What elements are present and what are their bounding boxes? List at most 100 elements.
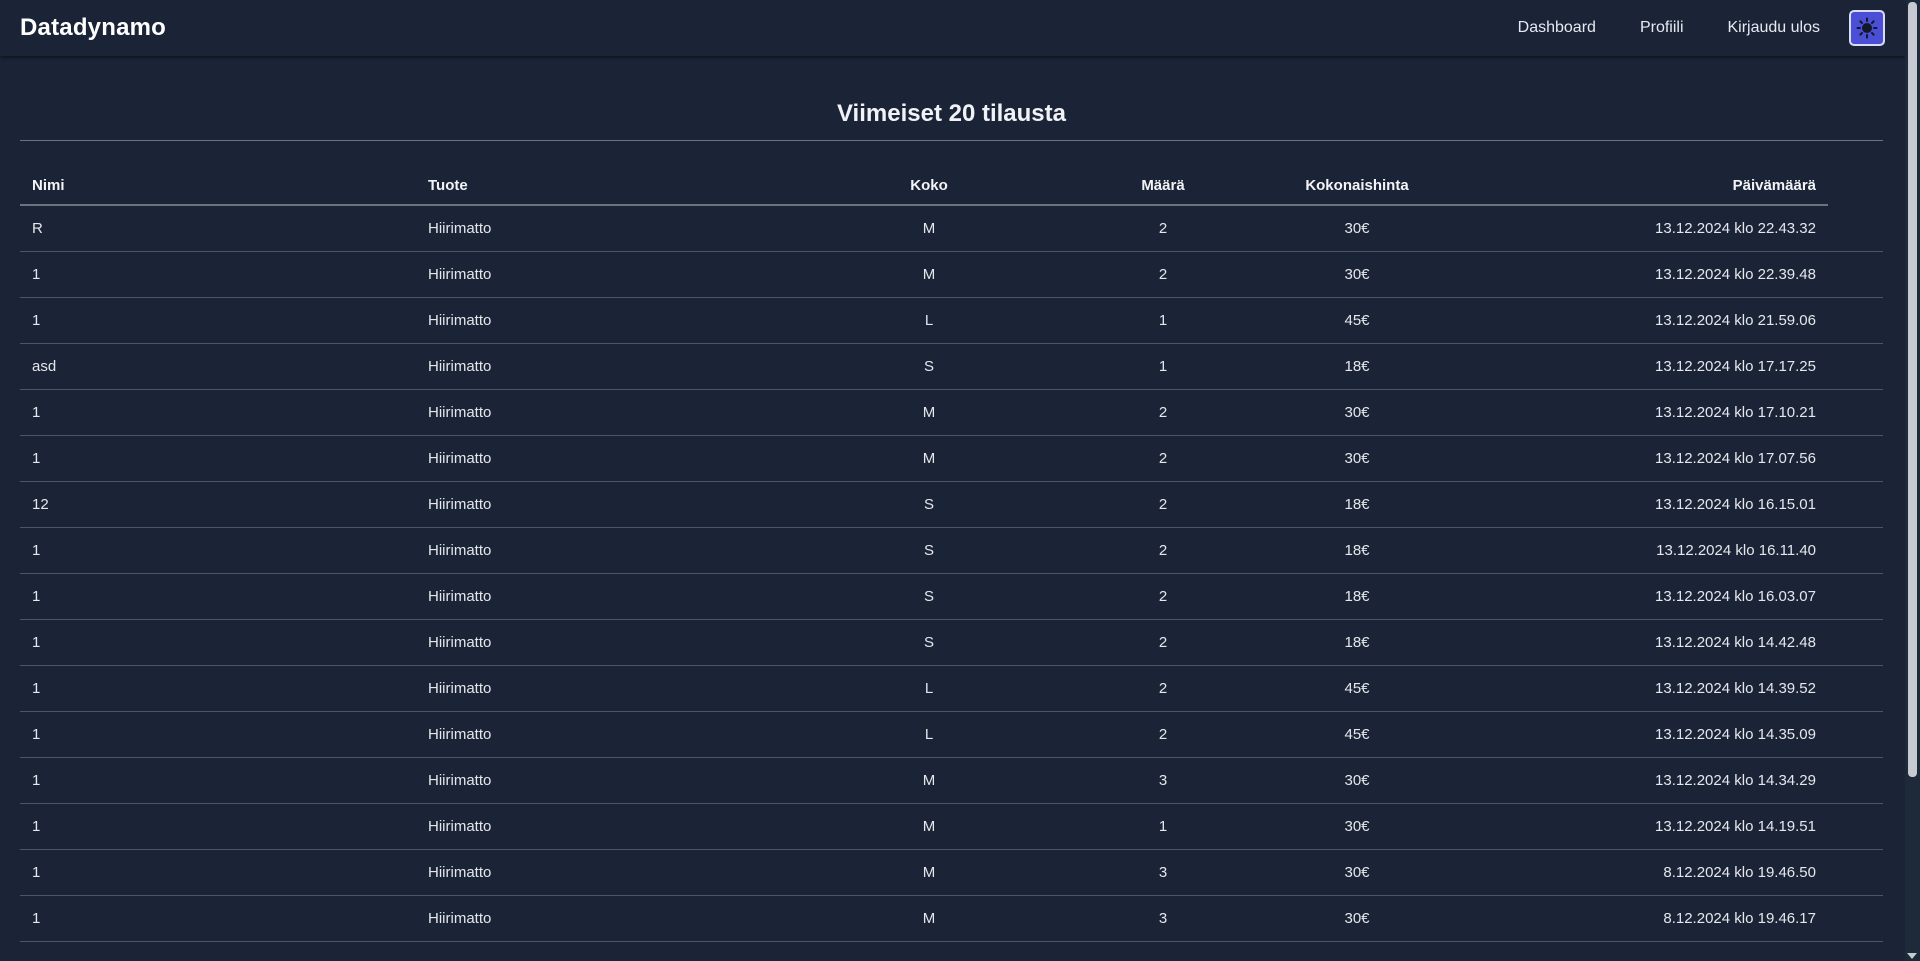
cell-name: 1 — [20, 527, 416, 574]
table-header-row: Nimi Tuote Koko Määrä Kokonaishinta Päiv… — [20, 166, 1883, 206]
cell-date: 13.12.2024 klo 17.17.25 — [1434, 343, 1828, 390]
row-spacer — [1828, 343, 1883, 390]
table-row: 1 Hiirimatto M 3 30€ 8.12.2024 klo 19.46.50 — [20, 849, 1883, 896]
nav-dashboard-link[interactable]: Dashboard — [1518, 19, 1596, 37]
cell-name: 1 — [20, 573, 416, 620]
row-spacer — [1828, 435, 1883, 482]
row-spacer — [1828, 481, 1883, 528]
theme-toggle-button[interactable] — [1849, 10, 1885, 46]
cell-total-price: 18€ — [1280, 527, 1434, 574]
nav-profile-link[interactable]: Profiili — [1640, 19, 1684, 37]
cell-product: Hiirimatto — [416, 297, 812, 344]
row-spacer — [1828, 711, 1883, 758]
cell-quantity: 1 — [1046, 343, 1280, 390]
cell-quantity: 2 — [1046, 481, 1280, 528]
cell-total-price: 30€ — [1280, 389, 1434, 436]
cell-total-price: 30€ — [1280, 895, 1434, 942]
column-header-date: Päivämäärä — [1434, 166, 1828, 206]
sun-icon — [1856, 17, 1878, 39]
column-header-total-price: Kokonaishinta — [1280, 166, 1434, 206]
cell-total-price: 30€ — [1280, 251, 1434, 298]
cell-product: Hiirimatto — [416, 711, 812, 758]
cell-total-price: 30€ — [1280, 205, 1434, 252]
page-title: Viimeiset 20 tilausta — [836, 100, 1066, 127]
row-spacer — [1828, 205, 1883, 252]
table-row: 1 Hiirimatto L 1 45€ 13.12.2024 klo 21.59.06 — [20, 297, 1883, 344]
cell-product: Hiirimatto — [416, 849, 812, 896]
scrollbar-thumb[interactable] — [1908, 2, 1917, 777]
row-spacer — [1828, 527, 1883, 574]
cell-name: 12 — [20, 481, 416, 528]
cell-date: 13.12.2024 klo 14.19.51 — [1434, 803, 1828, 850]
row-spacer — [1828, 573, 1883, 620]
table-row: 1 Hiirimatto M 2 30€ 13.12.2024 klo 17.10.21 — [20, 389, 1883, 436]
row-spacer — [1828, 803, 1883, 850]
cell-name: 1 — [20, 435, 416, 482]
column-header-name: Nimi — [20, 166, 416, 206]
table-row: 12 Hiirimatto S 2 18€ 13.12.2024 klo 16.15.01 — [20, 481, 1883, 528]
cell-date: 13.12.2024 klo 17.10.21 — [1434, 389, 1828, 436]
cell-quantity: 2 — [1046, 389, 1280, 436]
table-row: 1 Hiirimatto S 2 18€ 13.12.2024 klo 16.11.40 — [20, 527, 1883, 574]
cell-total-price: 45€ — [1280, 297, 1434, 344]
cell-size: M — [812, 205, 1046, 252]
cell-size: M — [812, 389, 1046, 436]
cell-total-price: 45€ — [1280, 665, 1434, 712]
brand-logo[interactable]: Datadynamo — [20, 14, 166, 42]
cell-size: L — [812, 665, 1046, 712]
cell-quantity: 3 — [1046, 757, 1280, 804]
cell-quantity: 3 — [1046, 849, 1280, 896]
cell-size: S — [812, 619, 1046, 666]
cell-name: 1 — [20, 895, 416, 942]
cell-total-price: 18€ — [1280, 343, 1434, 390]
cell-date: 13.12.2024 klo 14.42.48 — [1434, 619, 1828, 666]
row-spacer — [1828, 389, 1883, 436]
cell-date: 13.12.2024 klo 16.11.40 — [1434, 527, 1828, 574]
cell-total-price: 30€ — [1280, 849, 1434, 896]
cell-name: 1 — [20, 711, 416, 758]
cell-size: L — [812, 297, 1046, 344]
cell-size: M — [812, 849, 1046, 896]
cell-product: Hiirimatto — [416, 205, 812, 252]
cell-size: S — [812, 527, 1046, 574]
main-content: Viimeiset 20 tilausta Nimi Tuote Koko Mä… — [0, 56, 1905, 961]
cell-name: R — [20, 205, 416, 252]
cell-name: asd — [20, 343, 416, 390]
cell-name: 1 — [20, 803, 416, 850]
cell-name: 1 — [20, 619, 416, 666]
cell-date: 13.12.2024 klo 22.39.48 — [1434, 251, 1828, 298]
cell-quantity: 2 — [1046, 205, 1280, 252]
row-spacer — [1828, 895, 1883, 942]
cell-date: 8.12.2024 klo 19.46.50 — [1434, 849, 1828, 896]
nav-logout-link[interactable]: Kirjaudu ulos — [1728, 19, 1821, 37]
cell-date: 13.12.2024 klo 22.43.32 — [1434, 205, 1828, 252]
column-header-size: Koko — [812, 166, 1046, 206]
cell-date: 13.12.2024 klo 16.15.01 — [1434, 481, 1828, 528]
cell-name: 1 — [20, 251, 416, 298]
cell-quantity: 1 — [1046, 297, 1280, 344]
cell-size: M — [812, 803, 1046, 850]
table-row: 1 Hiirimatto L 2 45€ 13.12.2024 klo 14.35.09 — [20, 711, 1883, 758]
page-scrollbar[interactable] — [1905, 0, 1920, 961]
cell-product: Hiirimatto — [416, 619, 812, 666]
cell-size: M — [812, 251, 1046, 298]
cell-quantity: 2 — [1046, 619, 1280, 666]
scroll-down-arrow-icon[interactable] — [1907, 953, 1917, 959]
cell-product: Hiirimatto — [416, 573, 812, 620]
table-row: 1 Hiirimatto S 2 18€ 13.12.2024 klo 14.42.48 — [20, 619, 1883, 666]
cell-date: 8.12.2024 klo 19.46.17 — [1434, 895, 1828, 942]
cell-quantity: 2 — [1046, 573, 1280, 620]
orders-table-body: R Hiirimatto M 2 30€ 13.12.2024 klo 22.43.32 1… — [20, 205, 1883, 942]
cell-quantity: 3 — [1046, 895, 1280, 942]
cell-date: 13.12.2024 klo 21.59.06 — [1434, 297, 1828, 344]
cell-date: 13.12.2024 klo 14.34.29 — [1434, 757, 1828, 804]
cell-quantity: 2 — [1046, 435, 1280, 482]
cell-total-price: 18€ — [1280, 619, 1434, 666]
row-spacer — [1828, 619, 1883, 666]
table-row: 1 Hiirimatto M 1 30€ 13.12.2024 klo 14.19.51 — [20, 803, 1883, 850]
table-row: 1 Hiirimatto M 2 30€ 13.12.2024 klo 17.07.56 — [20, 435, 1883, 482]
cell-total-price: 18€ — [1280, 481, 1434, 528]
cell-product: Hiirimatto — [416, 389, 812, 436]
cell-name: 1 — [20, 757, 416, 804]
column-spacer — [1828, 166, 1883, 205]
